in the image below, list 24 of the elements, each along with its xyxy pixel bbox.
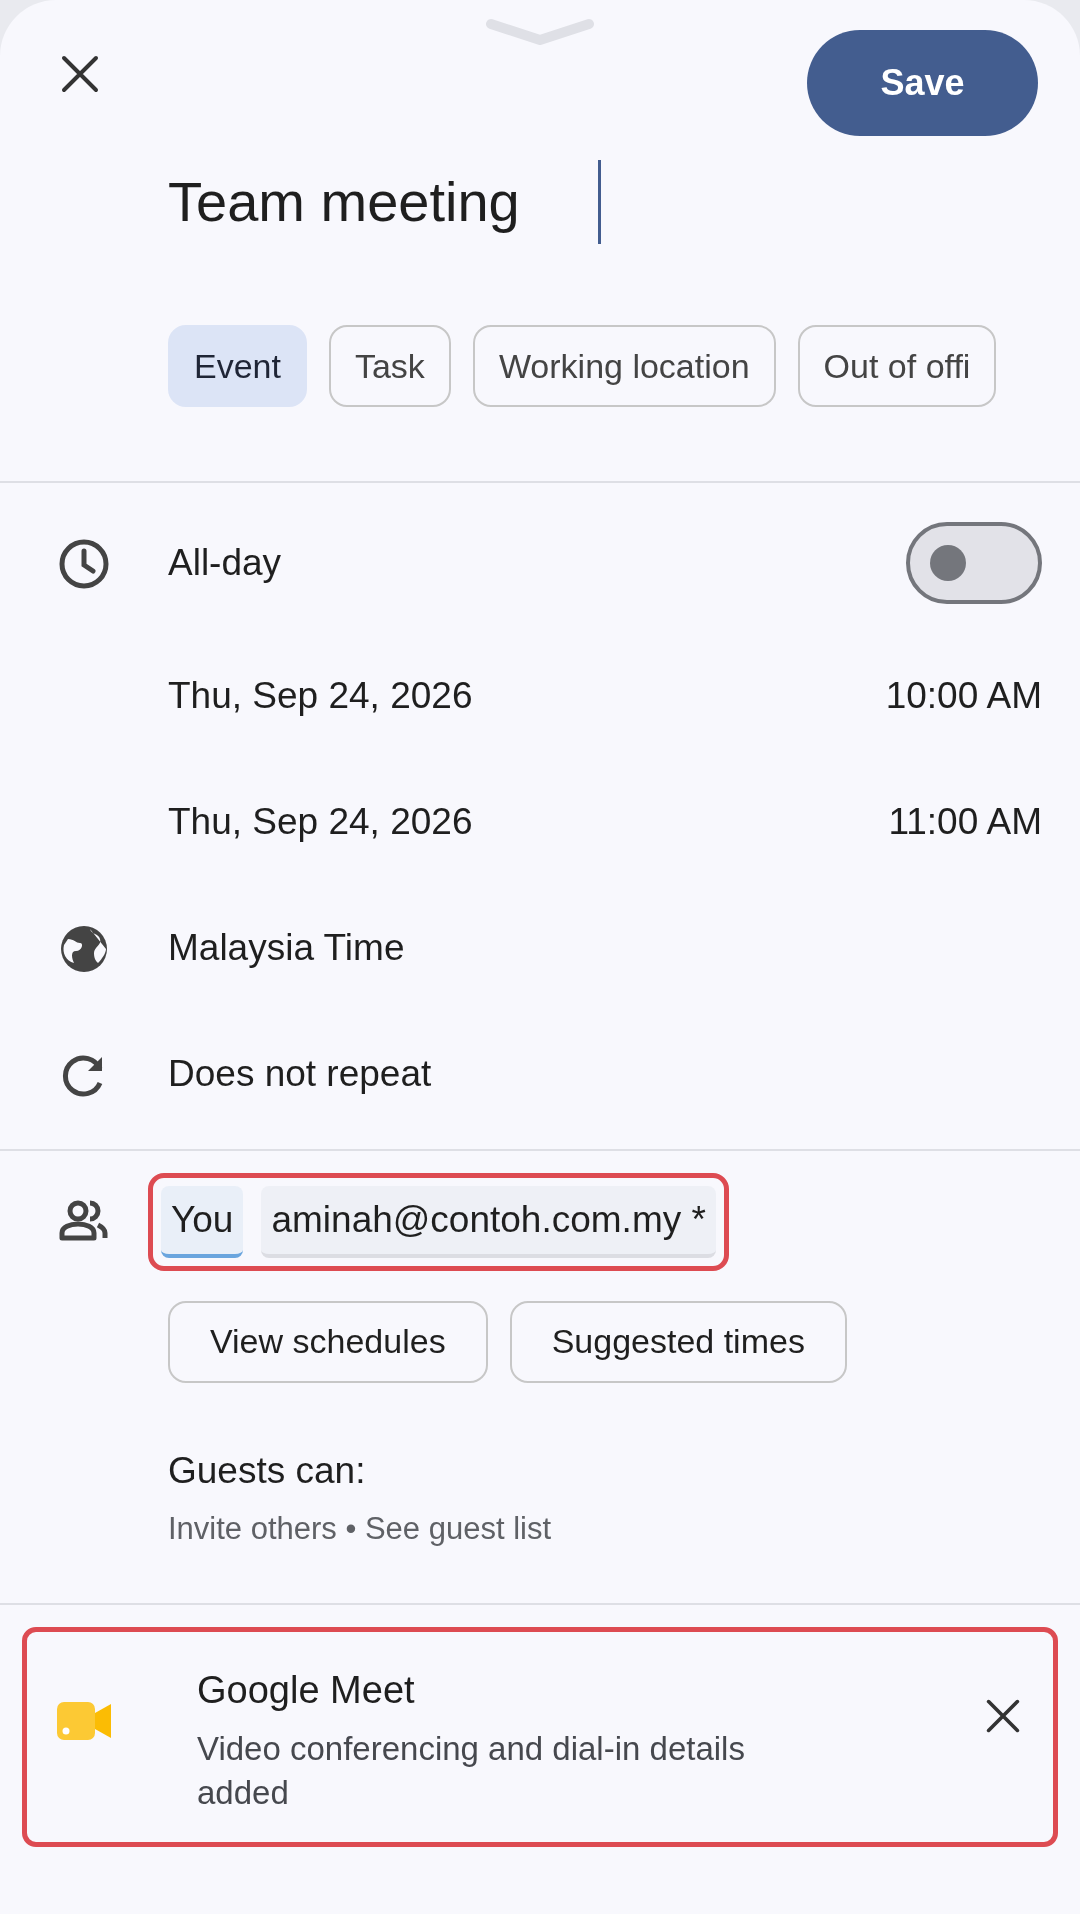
end-date[interactable]: Thu, Sep 24, 2026: [168, 794, 889, 850]
start-time[interactable]: 10:00 AM: [885, 668, 1042, 724]
meet-description: Video conferencing and dial-in details added: [197, 1728, 746, 1814]
title-field[interactable]: Team meeting: [168, 160, 601, 244]
end-time[interactable]: 11:00 AM: [888, 794, 1042, 850]
guest-chip[interactable]: You: [161, 1186, 244, 1258]
drag-handle-icon[interactable]: [485, 18, 595, 48]
all-day-label: All-day: [168, 541, 283, 586]
type-chip[interactable]: Working location: [472, 325, 776, 407]
repeat-option[interactable]: Does not repeat: [168, 1046, 432, 1102]
schedule-button[interactable]: View schedules: [168, 1300, 488, 1383]
save-button[interactable]: Save: [807, 30, 1038, 136]
guests-can-heading: Guests can:: [168, 1448, 367, 1493]
remove-button[interactable]: [985, 1697, 1021, 1734]
time-zone[interactable]: Malaysia Time: [168, 920, 405, 976]
schedule-button[interactable]: Suggested times: [509, 1300, 847, 1383]
type-chip[interactable]: Task: [328, 325, 451, 407]
guest-permissions[interactable]: Invite others • See guest list: [168, 1506, 1080, 1553]
guest-chip[interactable]: aminah@contoh.com.my *: [261, 1186, 716, 1258]
meet-title: Google Meet: [197, 1667, 416, 1713]
start-date[interactable]: Thu, Sep 24, 2026: [168, 668, 886, 724]
type-chip[interactable]: Event: [168, 325, 307, 407]
close-button[interactable]: [60, 54, 100, 94]
type-chip[interactable]: Out of offi: [797, 325, 997, 407]
